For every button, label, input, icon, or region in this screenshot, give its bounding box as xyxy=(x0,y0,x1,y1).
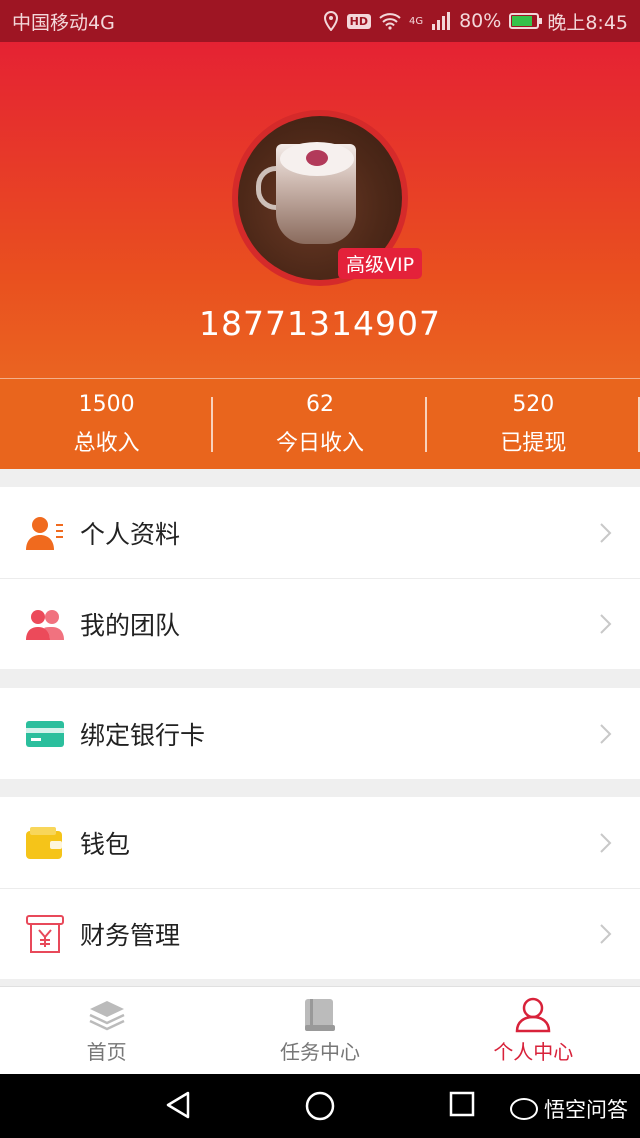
stats-bar: 1500 总收入 62 今日收入 520 已提现 xyxy=(0,378,640,469)
team-icon xyxy=(26,605,64,643)
back-icon[interactable] xyxy=(164,1090,192,1120)
stat-today-income[interactable]: 62 今日收入 xyxy=(213,379,427,469)
tab-home[interactable]: 首页 xyxy=(0,987,213,1074)
home-circle-icon[interactable] xyxy=(304,1090,336,1122)
wifi-icon xyxy=(379,13,401,30)
profile-card-icon xyxy=(26,514,64,552)
stat-total-income[interactable]: 1500 总收入 xyxy=(0,379,214,469)
tab-profile-center[interactable]: 个人中心 xyxy=(427,987,640,1074)
bottom-tab-bar: 首页 任务中心 个人中心 xyxy=(0,986,640,1074)
menu-group-account: 个人资料 我的团队 xyxy=(0,487,640,669)
menu-item-label: 绑定银行卡 xyxy=(80,720,206,750)
stat-label: 已提现 xyxy=(500,430,567,456)
stat-value: 62 xyxy=(305,391,334,417)
stat-value: 520 xyxy=(512,391,555,417)
chevron-right-icon xyxy=(600,924,612,944)
menu-item-wallet[interactable]: 钱包 xyxy=(0,797,640,888)
menu-item-profile[interactable]: 个人资料 xyxy=(0,487,640,578)
tab-label: 任务中心 xyxy=(279,1040,360,1064)
watermark: 悟空问答 xyxy=(510,1094,628,1124)
wallet-icon xyxy=(26,824,64,862)
vip-badge: 高级VIP xyxy=(338,248,423,279)
wukong-logo-icon xyxy=(510,1098,538,1120)
menu-item-label: 个人资料 xyxy=(80,519,181,549)
chevron-right-icon xyxy=(600,614,612,634)
tab-label: 首页 xyxy=(86,1040,127,1064)
chevron-right-icon xyxy=(600,522,612,543)
layers-icon xyxy=(88,996,126,1034)
chevron-right-icon xyxy=(600,832,612,853)
menu-group-bank: 绑定银行卡 xyxy=(0,688,640,779)
location-icon xyxy=(323,11,338,31)
status-bar: 中国移动4G HD 4G 80% 晚上8:45 xyxy=(0,0,640,42)
menu-item-finance[interactable]: 财务管理 xyxy=(0,888,640,979)
hd-icon: HD xyxy=(346,13,371,29)
menu-item-label: 钱包 xyxy=(80,829,131,859)
battery-percent: 80% xyxy=(459,10,502,32)
signal-icon xyxy=(432,12,451,30)
tab-label: 个人中心 xyxy=(493,1040,574,1064)
status-icons: HD 4G 80% 晚上8:45 xyxy=(323,8,628,35)
tab-tasks[interactable]: 任务中心 xyxy=(213,987,426,1074)
receipt-yuan-icon xyxy=(26,915,64,953)
profile-header: 高级VIP 18771314907 xyxy=(0,42,640,378)
book-icon xyxy=(303,996,337,1034)
bank-card-icon xyxy=(26,715,64,753)
battery-icon xyxy=(509,13,543,29)
menu-item-label: 财务管理 xyxy=(80,921,181,950)
watermark-text: 悟空问答 xyxy=(544,1098,628,1122)
chevron-right-icon xyxy=(600,723,612,744)
recents-square-icon[interactable] xyxy=(448,1090,476,1118)
system-nav-bar: 悟空问答 xyxy=(0,1074,640,1138)
menu-item-team[interactable]: 我的团队 xyxy=(0,578,640,669)
stat-value: 1500 xyxy=(78,391,135,417)
stat-withdrawn[interactable]: 520 已提现 xyxy=(427,379,640,469)
phone-number: 18771314907 xyxy=(199,304,441,343)
network-type-label: 4G xyxy=(408,15,424,27)
menu-item-label: 我的团队 xyxy=(80,611,181,640)
menu-group-finance: 钱包 财务管理 xyxy=(0,797,640,979)
menu-item-bind-card[interactable]: 绑定银行卡 xyxy=(0,688,640,779)
stat-label: 今日收入 xyxy=(275,430,364,456)
person-icon xyxy=(515,996,551,1034)
carrier-label: 中国移动4G xyxy=(12,11,115,34)
stat-label: 总收入 xyxy=(73,430,140,456)
clock: 晚上8:45 xyxy=(547,11,628,34)
